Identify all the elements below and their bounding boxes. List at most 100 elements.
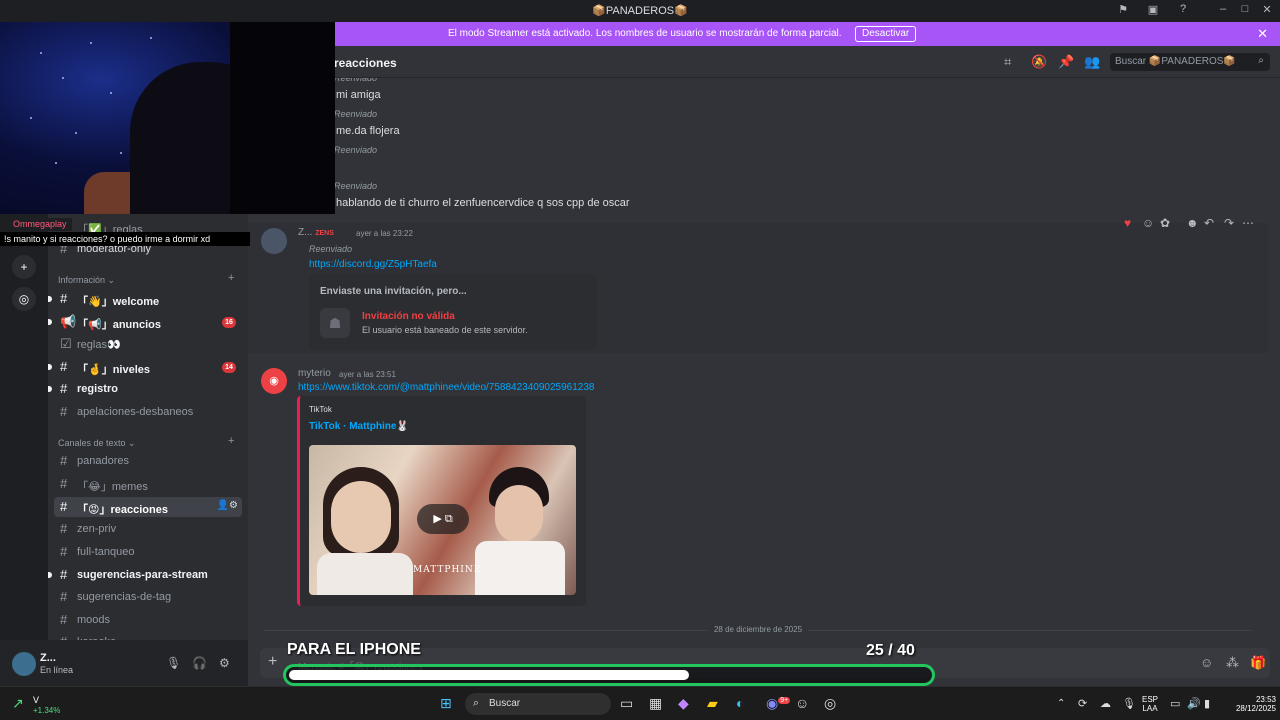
- deactivate-button[interactable]: Desactivar: [855, 26, 917, 42]
- explore-icon[interactable]: ◎: [12, 287, 36, 311]
- category-informacion[interactable]: Información ⌄: [58, 275, 115, 286]
- headphones-icon[interactable]: 🎧: [192, 656, 207, 670]
- goal-title: PARA EL IPHONE: [287, 641, 421, 658]
- pin-icon[interactable]: 📌: [1058, 54, 1074, 70]
- goal-progress-bar: [283, 664, 935, 686]
- volume-icon[interactable]: 🔊: [1187, 697, 1201, 710]
- embed-title[interactable]: TikTok · Mattphine🐰: [309, 421, 409, 432]
- add-reaction-icon[interactable]: ☻: [1186, 216, 1199, 230]
- channel-niveles[interactable]: # 「🤞」niveles 14: [48, 357, 242, 377]
- stock-name: V: [33, 695, 40, 705]
- channel-name: full-tanqueo: [77, 546, 135, 558]
- invite-settings-icons[interactable]: 👤⚙: [217, 500, 238, 511]
- hash-icon: #: [60, 453, 68, 468]
- add-channel-icon[interactable]: +: [228, 435, 234, 447]
- banner-text: El modo Streamer está activado. Los nomb…: [448, 28, 842, 39]
- user-panel: Z... En línea 🎙 🎧 ⚙: [0, 640, 248, 686]
- battery-icon[interactable]: ▮: [1204, 697, 1210, 710]
- emoji-reaction-icon[interactable]: ✿: [1160, 216, 1170, 230]
- gift-icon[interactable]: 🎁: [1250, 655, 1266, 671]
- search-input[interactable]: Buscar 📦PANADEROS📦 ⌕: [1110, 53, 1270, 71]
- notification-mute-icon[interactable]: 🔕: [1031, 54, 1047, 70]
- channel-apelaciones-desbaneos[interactable]: # apelaciones-desbaneos: [54, 402, 242, 422]
- language-indicator[interactable]: ESP LAA: [1142, 695, 1158, 713]
- add-channel-icon[interactable]: +: [228, 272, 234, 284]
- avatar[interactable]: [261, 228, 287, 254]
- channel-sugerencias-para-stream[interactable]: # sugerencias-para-stream: [48, 565, 242, 585]
- apps-icon[interactable]: ⁂: [1226, 655, 1239, 671]
- hash-icon: #: [60, 612, 68, 627]
- app-icon[interactable]: ☺: [795, 695, 809, 711]
- invite-heading: Enviaste una invitación, pero...: [320, 286, 467, 297]
- avatar[interactable]: [12, 652, 36, 676]
- obs-icon[interactable]: ◎: [824, 695, 836, 712]
- windows-start-icon[interactable]: ⊞: [440, 695, 452, 712]
- category-canales-de-texto[interactable]: Canales de texto ⌄: [58, 438, 136, 449]
- inbox-icon[interactable]: ▣: [1145, 3, 1161, 16]
- onedrive-icon[interactable]: ☁: [1100, 697, 1111, 710]
- invite-invalid-label: Invitación no válida: [362, 311, 455, 322]
- microphone-icon[interactable]: 🎙: [1122, 697, 1136, 710]
- video-thumbnail[interactable]: MATTPHINE ▶ ⧉: [309, 445, 576, 595]
- taskbar-search[interactable]: ⌕ Buscar: [465, 693, 611, 715]
- clock[interactable]: 23:53 28/12/2025: [1224, 695, 1276, 713]
- help-icon[interactable]: ?: [1175, 3, 1191, 15]
- channel-reglas[interactable]: ☑ reglas👀: [54, 334, 242, 354]
- store-icon[interactable]: ▦: [649, 695, 662, 712]
- task-view-icon[interactable]: ▭: [620, 695, 633, 712]
- channel-panadores[interactable]: # panadores: [54, 451, 242, 471]
- threads-icon[interactable]: ⌗: [1004, 54, 1011, 70]
- tiktok-link[interactable]: https://www.tiktok.com/@mattphinee/video…: [298, 382, 594, 393]
- timestamp: ayer a las 23:22: [356, 229, 413, 238]
- channel-reacciones[interactable]: # 「😡」reacciones 👤⚙: [54, 497, 242, 517]
- channel-karaoke[interactable]: # karaoke: [54, 632, 242, 640]
- stream-chat-message: !s manito y si reacciones? o puedo irme …: [0, 232, 250, 246]
- chevron-up-icon[interactable]: ⌃: [1057, 698, 1065, 709]
- stock-change: +1.34%: [33, 706, 61, 715]
- author-name[interactable]: myterio: [298, 368, 331, 379]
- channel-name: 「😡」reacciones: [77, 504, 168, 516]
- channel-memes[interactable]: # 「😂」memes: [54, 474, 242, 494]
- hash-icon: #: [60, 589, 68, 604]
- channel-anuncios[interactable]: 📢 「📢」anuncios 16: [48, 312, 242, 332]
- emoji-reaction-icon[interactable]: ☺: [1142, 216, 1154, 230]
- goal-progress-fill: [289, 670, 689, 680]
- sync-icon[interactable]: ⟳: [1078, 697, 1087, 710]
- stock-chart-icon[interactable]: ↗: [12, 695, 24, 712]
- gear-icon[interactable]: ⚙: [219, 656, 230, 670]
- maximize-icon[interactable]: □: [1237, 3, 1253, 15]
- invite-description: El usuario está baneado de este servidor…: [362, 325, 528, 335]
- flag-icon[interactable]: ⚑: [1115, 3, 1131, 16]
- banner-close-icon[interactable]: ✕: [1257, 26, 1268, 42]
- attach-plus-icon[interactable]: +: [268, 653, 277, 671]
- author-name[interactable]: Z... ZENS: [298, 227, 334, 238]
- search-icon: ⌕: [473, 697, 480, 709]
- play-icon[interactable]: ▶ ⧉: [417, 504, 469, 534]
- channel-moods[interactable]: # moods: [54, 610, 242, 630]
- hash-icon: #: [60, 567, 68, 582]
- channel-zen-priv[interactable]: # zen-priv: [54, 519, 242, 539]
- heart-reaction-icon[interactable]: ♥: [1124, 216, 1131, 230]
- channel-sugerencias-de-tag[interactable]: # sugerencias-de-tag: [54, 587, 242, 607]
- members-icon[interactable]: 👥: [1084, 54, 1100, 70]
- discord-taskbar-icon[interactable]: ◉ 9+: [766, 695, 791, 712]
- network-icon[interactable]: ▭: [1170, 697, 1180, 710]
- channel-registro[interactable]: # registro: [48, 379, 242, 399]
- copilot-icon[interactable]: ◆: [678, 695, 689, 712]
- minimize-icon[interactable]: –: [1215, 3, 1231, 15]
- reply-icon[interactable]: ↶: [1204, 216, 1214, 230]
- video-watermark: MATTPHINE: [413, 565, 482, 575]
- mention-badge: 16: [222, 317, 236, 328]
- forward-icon[interactable]: ↷: [1224, 216, 1234, 230]
- emoji-icon[interactable]: ☺: [1200, 655, 1213, 670]
- add-server-icon[interactable]: +: [12, 255, 36, 279]
- more-icon[interactable]: ⋯: [1242, 216, 1254, 230]
- discord-avatar-icon[interactable]: ◉: [261, 368, 287, 394]
- invite-link[interactable]: https://discord.gg/Z5pHTaefa: [309, 259, 437, 270]
- file-explorer-icon[interactable]: ▰: [707, 695, 718, 712]
- close-icon[interactable]: ✕: [1259, 3, 1275, 16]
- microphone-icon[interactable]: 🎙: [166, 656, 181, 670]
- channel-full-tanqueo[interactable]: # full-tanqueo: [54, 542, 242, 562]
- channel-welcome[interactable]: # 「👋」welcome: [48, 289, 242, 309]
- edge-icon[interactable]: ◐: [736, 695, 744, 711]
